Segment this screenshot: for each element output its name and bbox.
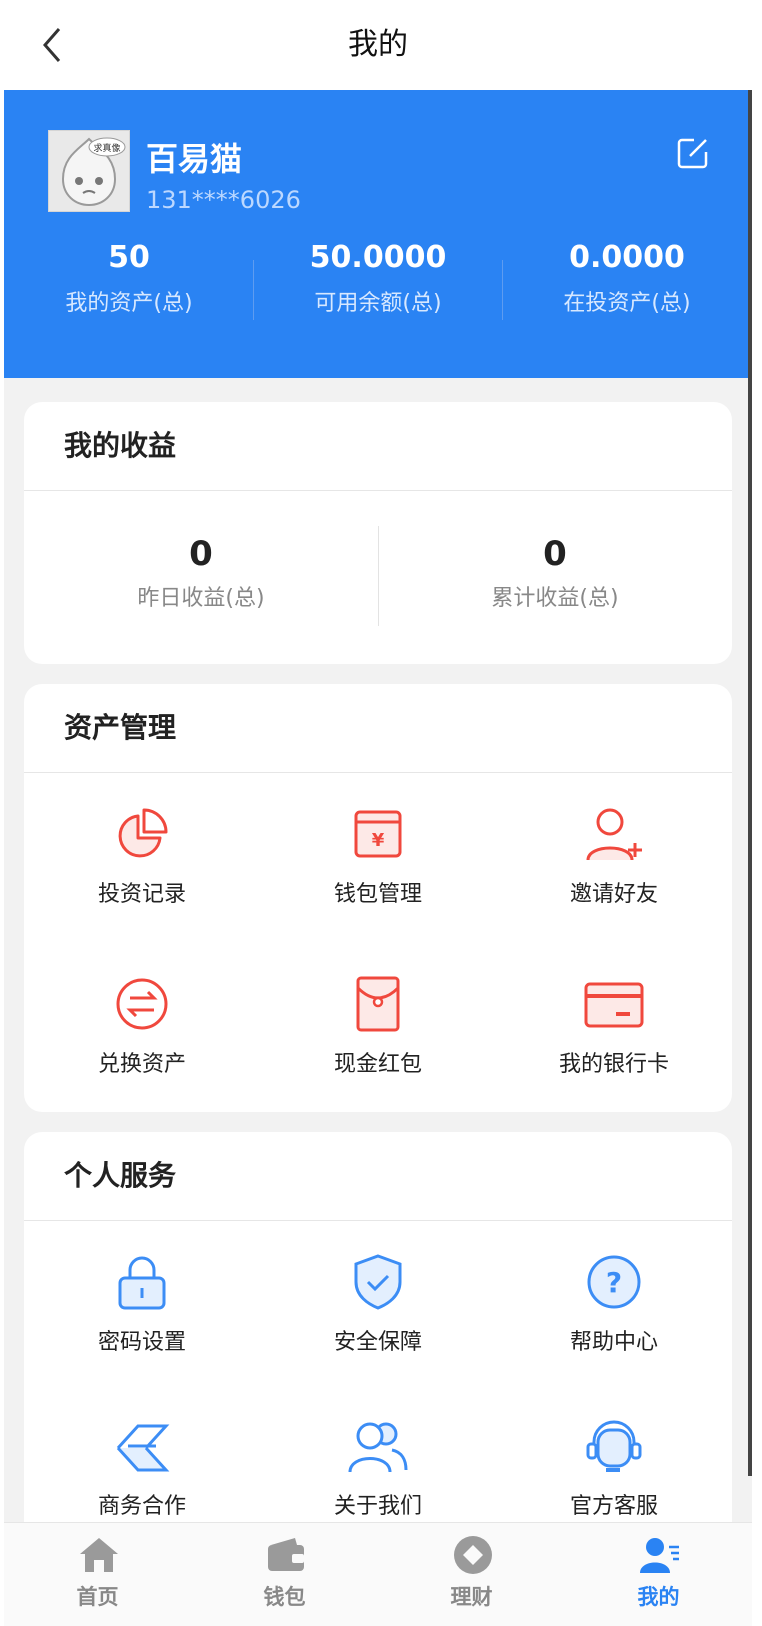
- bottom-tab-bar: 首页 钱包 理财 我的: [4, 1522, 752, 1626]
- invite-friends-button[interactable]: 邀请好友: [496, 804, 732, 954]
- earning-label: 昨日收益(总): [137, 586, 265, 611]
- help-icon: ?: [587, 1255, 641, 1309]
- card-title: 资产管理: [64, 711, 177, 744]
- help-center-button[interactable]: ? 帮助中心: [496, 1252, 732, 1402]
- scrollbar[interactable]: [748, 90, 752, 1476]
- lock-icon: [118, 1256, 166, 1310]
- stat-value: 50: [108, 240, 150, 275]
- cell-label: 商务合作: [97, 1494, 186, 1519]
- page: 我的 求真像 百易猫 131****6026 50 我的资产(总) 50.000…: [4, 0, 752, 1626]
- divider: [24, 1220, 732, 1221]
- profile-icon: [640, 1538, 679, 1573]
- wallet-yen-icon: ¥: [354, 810, 402, 858]
- tab-finance[interactable]: 理财: [378, 1523, 565, 1626]
- cash-red-packet-button[interactable]: 现金红包: [260, 974, 496, 1124]
- my-bank-card-button[interactable]: 我的银行卡: [496, 974, 732, 1124]
- edit-icon: [677, 138, 708, 169]
- earning-label: 累计收益(总): [491, 586, 619, 611]
- exchange-icon: [116, 978, 168, 1030]
- red-packet-icon: [356, 976, 400, 1032]
- cell-label: 关于我们: [333, 1494, 422, 1519]
- tab-label: 理财: [450, 1585, 493, 1609]
- tab-profile[interactable]: 我的: [565, 1523, 752, 1626]
- stat-value: 50.0000: [309, 240, 447, 275]
- stat-available-balance[interactable]: 50.0000 可用余额(总): [253, 240, 503, 317]
- profile-banner: 求真像 百易猫 131****6026 50 我的资产(总) 50.0000 可…: [4, 90, 752, 378]
- customer-service-icon: [586, 1420, 642, 1472]
- page-title: 我的: [348, 27, 408, 62]
- divider: [24, 490, 732, 491]
- divider: [24, 772, 732, 773]
- finance-icon: [454, 1536, 492, 1574]
- card-title: 个人服务: [64, 1159, 177, 1192]
- stat-label: 在投资产(总): [563, 291, 691, 316]
- add-user-icon: [586, 808, 642, 861]
- username: 百易猫: [146, 140, 243, 178]
- card-title: 我的收益: [64, 429, 177, 462]
- stat-invested-assets[interactable]: 0.0000 在投资产(总): [502, 240, 752, 317]
- cell-label: 投资记录: [97, 882, 186, 907]
- shield-check-icon: [354, 1254, 402, 1310]
- cell-label: 帮助中心: [569, 1330, 658, 1355]
- edit-profile-button[interactable]: [676, 136, 710, 170]
- avatar[interactable]: 求真像: [48, 130, 130, 212]
- tab-label: 我的: [637, 1585, 680, 1609]
- investment-record-button[interactable]: 投资记录: [24, 804, 260, 954]
- cooperation-icon: [116, 1424, 170, 1472]
- phone-number: 131****6026: [146, 186, 301, 214]
- tab-wallet[interactable]: 钱包: [191, 1523, 378, 1626]
- avatar-badge: 求真像: [93, 142, 120, 154]
- avatar-cartoon-icon: 求真像: [61, 137, 126, 207]
- cell-label: 密码设置: [97, 1330, 186, 1355]
- cell-label: 钱包管理: [333, 882, 422, 907]
- svg-text:?: ?: [606, 1266, 622, 1299]
- team-icon: [348, 1422, 408, 1473]
- earning-value: 0: [543, 534, 567, 574]
- home-icon: [80, 1538, 118, 1572]
- exchange-assets-button[interactable]: 兑换资产: [24, 974, 260, 1124]
- personal-services-card: 个人服务 密码设置 安全保障 ? 帮助中心 商务合作 关于我们 官方客服: [24, 1132, 732, 1552]
- tab-home[interactable]: 首页: [4, 1523, 191, 1626]
- security-guarantee-button[interactable]: 安全保障: [260, 1252, 496, 1402]
- wallet-management-button[interactable]: ¥ 钱包管理: [260, 804, 496, 954]
- cell-label: 安全保障: [333, 1330, 422, 1355]
- asset-management-card: 资产管理 投资记录 ¥ 钱包管理 邀请好友 兑换资产 现金红包 我的银行卡: [24, 684, 732, 1112]
- stat-total-assets[interactable]: 50 我的资产(总): [4, 240, 254, 317]
- cell-label: 兑换资产: [97, 1052, 186, 1077]
- pie-chart-icon: [118, 808, 168, 858]
- earning-value: 0: [189, 534, 213, 574]
- cell-label: 现金红包: [333, 1052, 422, 1077]
- cell-label: 邀请好友: [569, 882, 658, 907]
- svg-text:¥: ¥: [372, 830, 385, 851]
- wallet-icon: [268, 1538, 304, 1571]
- nav-bar: 我的: [4, 0, 752, 90]
- bank-card-icon: [584, 982, 644, 1028]
- cell-label: 官方客服: [569, 1494, 658, 1519]
- stat-label: 我的资产(总): [65, 291, 193, 316]
- password-settings-button[interactable]: 密码设置: [24, 1252, 260, 1402]
- cell-label: 我的银行卡: [558, 1052, 669, 1077]
- stat-value: 0.0000: [569, 240, 685, 275]
- tab-label: 首页: [76, 1585, 119, 1609]
- earning-cumulative: 0 累计收益(总): [378, 534, 732, 612]
- earning-yesterday: 0 昨日收益(总): [24, 534, 378, 612]
- tab-label: 钱包: [263, 1585, 306, 1609]
- stat-label: 可用余额(总): [314, 291, 442, 316]
- earnings-card: 我的收益 0 昨日收益(总) 0 累计收益(总): [24, 402, 732, 664]
